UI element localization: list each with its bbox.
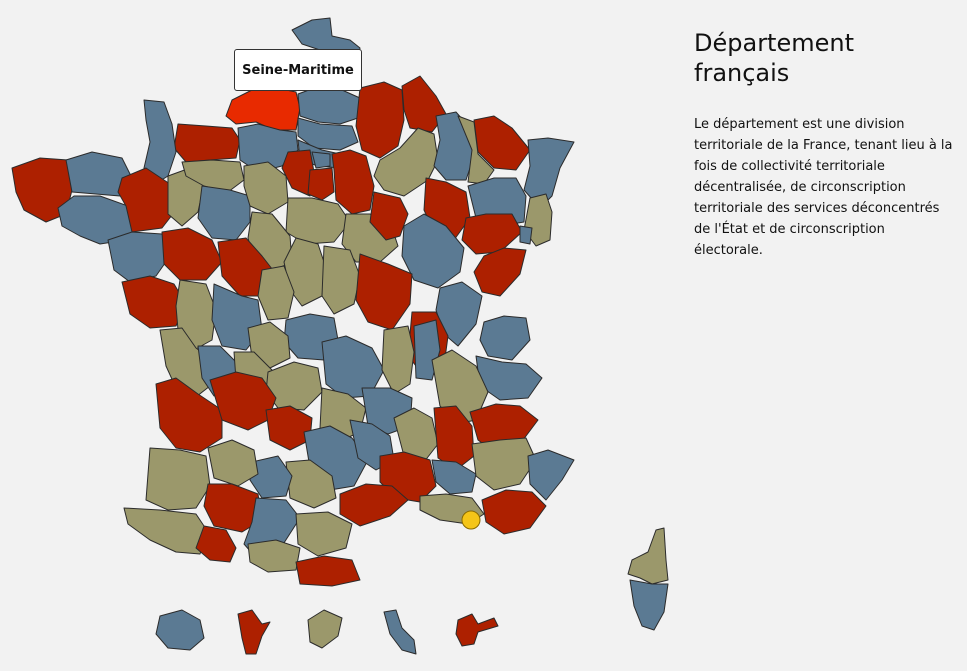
department-var[interactable]: [481, 489, 547, 535]
department-loire[interactable]: [381, 325, 415, 395]
department-la-reunion[interactable]: [155, 609, 205, 651]
department-hautes-pyrenees[interactable]: [195, 525, 237, 563]
department-landes[interactable]: [145, 447, 211, 511]
department-alpes-de-haute-provence[interactable]: [471, 437, 537, 491]
department-mayotte[interactable]: [237, 609, 271, 655]
department-vaucluse[interactable]: [431, 459, 477, 495]
department-haute-savoie[interactable]: [479, 315, 531, 361]
department-aisne[interactable]: [355, 81, 405, 159]
page-title: Département français: [694, 29, 854, 87]
department-pyrenees-atlantiques[interactable]: [123, 507, 209, 555]
department-territoire-de-belfort[interactable]: [519, 225, 533, 245]
department-guyane[interactable]: [307, 609, 343, 649]
department-essonne[interactable]: [307, 167, 335, 201]
department-lot[interactable]: [265, 405, 313, 451]
department-guadeloupe[interactable]: [455, 613, 499, 647]
location-marker[interactable]: [461, 510, 481, 530]
department-seine-maritime[interactable]: [225, 87, 301, 131]
department-tooltip: Seine-Maritime: [234, 49, 362, 91]
department-aude[interactable]: [295, 511, 353, 557]
department-saone-et-loire[interactable]: [355, 253, 413, 331]
department-pyrenees-orientales[interactable]: [295, 555, 361, 587]
department-martinique[interactable]: [383, 609, 417, 655]
department-sarthe[interactable]: [197, 185, 251, 241]
department-haute-saone[interactable]: [461, 213, 523, 255]
department-haute-corse[interactable]: [627, 527, 669, 585]
department-doubs[interactable]: [473, 247, 527, 297]
tooltip-label: Seine-Maritime: [242, 62, 354, 78]
department-somme[interactable]: [297, 85, 361, 125]
department-corse-du-sud[interactable]: [629, 579, 669, 631]
department-calvados[interactable]: [173, 123, 241, 163]
description-text: Le département est une division territor…: [694, 117, 953, 258]
info-panel: Département français Le département est …: [694, 28, 956, 261]
department-loiret[interactable]: [285, 197, 351, 245]
department-ariege[interactable]: [247, 539, 301, 573]
department-eure-et-loir[interactable]: [243, 161, 289, 215]
department-hauts-de-seine[interactable]: [311, 151, 331, 169]
department-alpes-maritimes[interactable]: [527, 449, 575, 501]
department-loire-atlantique[interactable]: [107, 231, 171, 283]
